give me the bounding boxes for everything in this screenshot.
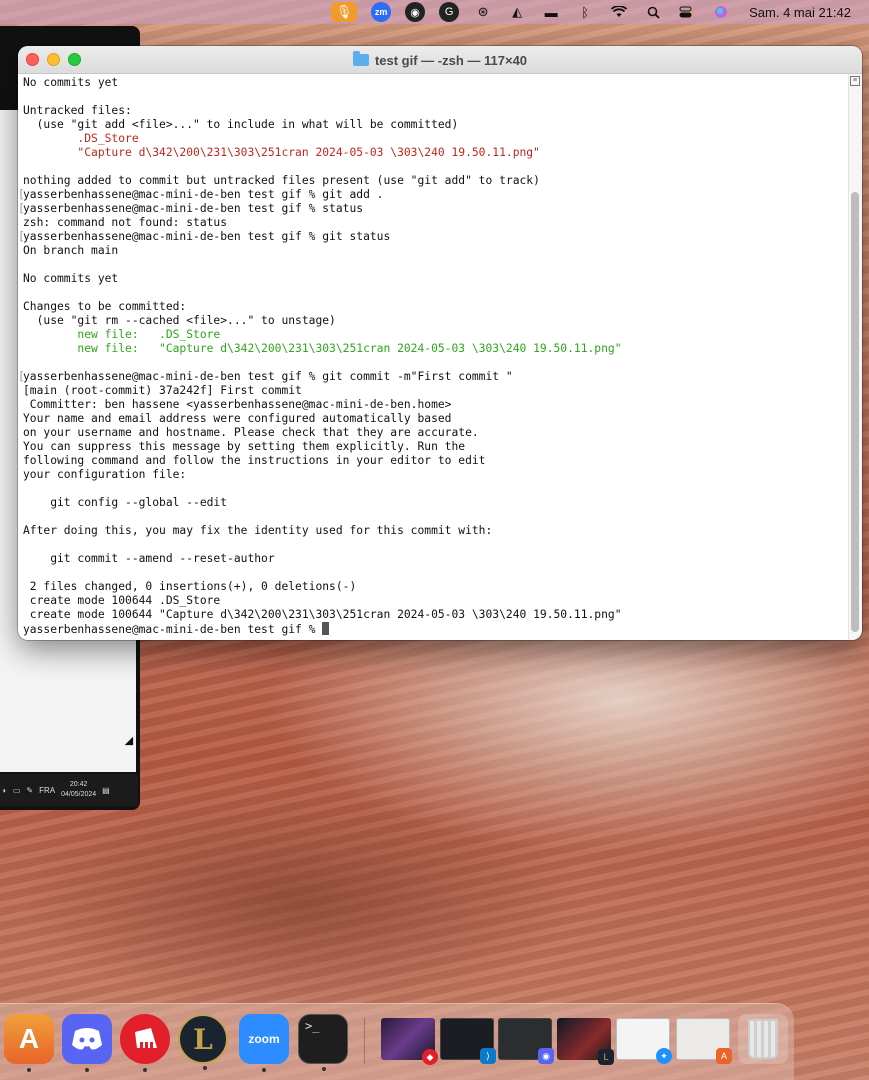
terminal-line: git commit --amend --reset-author	[23, 552, 275, 565]
terminal-output[interactable]: No commits yet Untracked files: (use "git…	[18, 74, 848, 640]
menu-bar: 🎙 zm ◉ G ⊛ ◭ ▬ ᛒ Sam. 4 mai 21:42	[0, 0, 869, 24]
taskbar-language: FRA	[39, 785, 56, 795]
terminal-line: yasserbenhassene@mac-mini-de-ben test gi…	[18, 188, 384, 201]
terminal-line: Committer: ben hassene <yasserbenhassene…	[23, 398, 452, 411]
safari-badge-icon: ✦	[656, 1048, 672, 1064]
pen-icon: ✎	[26, 785, 34, 795]
terminal-line: (use "git add <file>..." to include in w…	[23, 118, 459, 131]
discord-badge-icon: ◉	[538, 1048, 554, 1064]
trash-icon[interactable]	[738, 1014, 788, 1064]
terminal-line: nothing added to commit but untracked fi…	[23, 174, 540, 187]
dock: A L zoom >_ ◆ ⟩ ◉ L ✦ A	[0, 1003, 794, 1080]
terminal-line: No commits yet	[23, 76, 119, 89]
vscode-badge-icon: ⟩	[480, 1048, 496, 1064]
split-pane-icon[interactable]: ≡	[850, 76, 860, 86]
volume-icon: ◗	[2, 785, 7, 795]
steam-icon[interactable]: ⊛	[473, 2, 493, 22]
minimized-window-thumbnail[interactable]: ◉	[498, 1018, 554, 1064]
terminal-line: On branch main	[23, 244, 119, 257]
terminal-line: After doing this, you may fix the identi…	[23, 524, 493, 537]
terminal-app-icon[interactable]: >_	[298, 1014, 348, 1071]
folder-icon	[352, 51, 369, 66]
menu-bar-clock[interactable]: Sam. 4 mai 21:42	[749, 5, 851, 20]
terminal-line: new file: "Capture d\342\200\231\303\251…	[23, 342, 622, 355]
terminal-line: Changes to be committed:	[23, 300, 187, 313]
siri-icon[interactable]	[711, 2, 731, 22]
minimized-window-thumbnail[interactable]: ✦	[616, 1018, 672, 1064]
league-of-legends-icon[interactable]: L	[178, 1014, 228, 1070]
riot-client-icon[interactable]	[120, 1014, 170, 1072]
window-title: test gif — -zsh — 117×40	[18, 46, 862, 74]
affinity-icon[interactable]: ◭	[507, 2, 527, 22]
minimized-window-thumbnail[interactable]: ⟩	[440, 1018, 496, 1064]
terminal-line: create mode 100644 .DS_Store	[23, 594, 221, 607]
terminal-line: No commits yet	[23, 272, 119, 285]
terminal-titlebar[interactable]: test gif — -zsh — 117×40	[18, 46, 862, 74]
discord-icon[interactable]	[62, 1014, 112, 1072]
prompt-mark-icon: [	[18, 202, 25, 215]
app-store-icon[interactable]: A	[4, 1014, 54, 1072]
dock-separator	[364, 1018, 365, 1064]
app-icon[interactable]: ◉	[405, 2, 426, 22]
notification-icon: ▤	[102, 785, 110, 795]
minimized-window-thumbnail[interactable]: ◆	[381, 1018, 438, 1065]
taskbar-clock: 20:42 04/05/2024	[61, 781, 97, 798]
terminal-line: yasserbenhassene@mac-mini-de-ben test gi…	[18, 370, 513, 383]
terminal-line: new file: .DS_Store	[23, 328, 221, 341]
text-cursor	[322, 622, 330, 635]
terminal-line: 2 files changed, 0 insertions(+), 0 dele…	[23, 580, 357, 593]
scrollbar[interactable]: ≡	[848, 74, 862, 640]
microphone-icon[interactable]: 🎙	[331, 2, 358, 22]
terminal-line: create mode 100644 "Capture d\342\200\23…	[23, 608, 622, 621]
scrollbar-thumb[interactable]	[851, 192, 859, 632]
terminal-line: git config --global --edit	[23, 496, 228, 509]
windows-taskbar: ◗ ▭ ✎ FRA 20:42 04/05/2024 ▤	[0, 774, 138, 806]
app-store-badge-icon: A	[716, 1048, 732, 1064]
terminal-line: on your username and hostname. Please ch…	[23, 426, 479, 439]
prompt-mark-icon: [	[18, 230, 25, 243]
riot-badge-icon: ◆	[422, 1049, 438, 1065]
bluetooth-icon[interactable]: ᛒ	[575, 2, 595, 22]
terminal-line: yasserbenhassene@mac-mini-de-ben test gi…	[18, 230, 391, 243]
terminal-line: following command and follow the instruc…	[23, 454, 486, 467]
control-center-icon[interactable]	[677, 2, 697, 22]
wifi-icon[interactable]	[609, 2, 629, 22]
terminal-line: (use "git rm --cached <file>..." to unst…	[23, 314, 336, 327]
terminal-line: .DS_Store	[23, 132, 139, 145]
display-icon: ▭	[12, 785, 21, 795]
terminal-line: your configuration file:	[23, 468, 187, 481]
search-icon[interactable]	[643, 2, 663, 22]
terminal-line: Untracked files:	[23, 104, 132, 117]
grammarly-icon[interactable]: G	[439, 2, 460, 22]
prompt-mark-icon: [	[18, 188, 25, 201]
prompt-mark-icon: [	[18, 370, 25, 383]
terminal-line: yasserbenhassene@mac-mini-de-ben test gi…	[18, 202, 364, 215]
terminal-line: [main (root-commit) 37a242f] First commi…	[23, 384, 302, 397]
bed-icon[interactable]: ▬	[541, 2, 561, 22]
zoom-app-icon[interactable]: zoom	[239, 1014, 289, 1072]
league-badge-icon: L	[598, 1049, 614, 1065]
terminal-line: You can suppress this message by setting…	[23, 440, 466, 453]
minimized-window-thumbnail[interactable]: L	[557, 1018, 614, 1065]
terminal-line: Your name and email address were configu…	[23, 412, 452, 425]
terminal-window[interactable]: test gif — -zsh — 117×40 No commits yet U…	[18, 46, 862, 640]
terminal-line: yasserbenhassene@mac-mini-de-ben test gi…	[23, 622, 843, 636]
terminal-line: "Capture d\342\200\231\303\251cran 2024-…	[23, 146, 540, 159]
terminal-line: zsh: command not found: status	[23, 216, 228, 229]
zoom-icon[interactable]: zm	[371, 2, 392, 22]
minimized-window-thumbnail[interactable]: A	[676, 1018, 732, 1064]
